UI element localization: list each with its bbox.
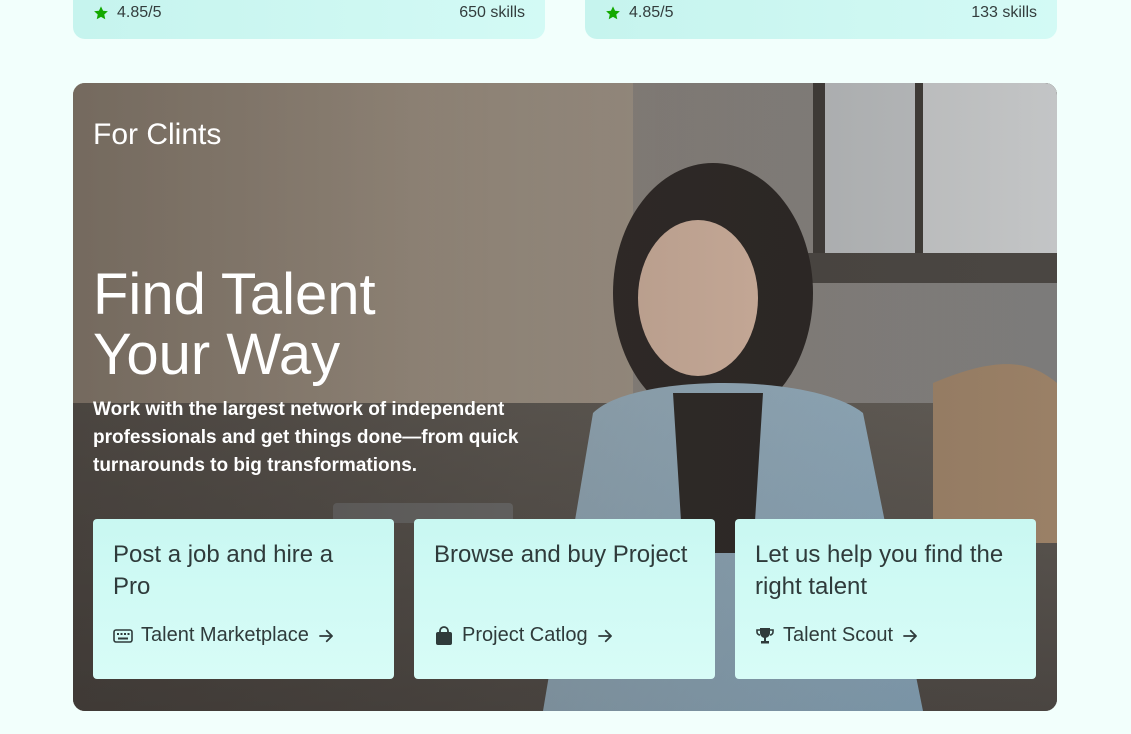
- rating-value: 4.85/5: [629, 3, 674, 21]
- keyboard-icon: [113, 628, 133, 643]
- client-options: Post a job and hire a Pro Talent Marketp…: [93, 519, 1037, 679]
- card-title: Post a job and hire a Pro: [113, 541, 334, 600]
- skills-count: 133 skills: [971, 3, 1037, 21]
- link-label: Talent Marketplace: [141, 624, 309, 646]
- for-clients-hero: For Clints Find Talent Your Way Work wit…: [73, 83, 1057, 711]
- trophy-icon: [756, 627, 774, 643]
- rating: 4.85/5: [93, 4, 161, 22]
- hero-headline: Find Talent Your Way: [93, 265, 513, 385]
- headline-line-1: Find Talent: [93, 262, 376, 327]
- rating: 4.85/5: [605, 4, 673, 22]
- hero-eyebrow: For Clints: [93, 118, 222, 151]
- talent-category-card[interactable]: 4.85/5 650 skills: [73, 0, 545, 39]
- rating-value: 4.85/5: [117, 3, 162, 21]
- arrow-right-icon: [318, 629, 333, 642]
- arrow-right-icon: [903, 629, 917, 642]
- talent-scout-card[interactable]: Let us help you find the right talent Ta…: [735, 519, 1036, 679]
- browse-project-card[interactable]: Browse and buy Project Project Catlog: [414, 519, 715, 679]
- link-label: Project Catlog: [462, 624, 588, 646]
- post-job-card[interactable]: Post a job and hire a Pro Talent Marketp…: [93, 519, 394, 679]
- talent-category-card[interactable]: 4.85/5 133 skills: [585, 0, 1057, 39]
- star-icon: [606, 5, 620, 19]
- link-label: Talent Scout: [783, 624, 894, 646]
- card-title: Browse and buy Project: [434, 541, 688, 568]
- talent-scout-link[interactable]: Talent Scout: [755, 624, 919, 647]
- skills-count: 650 skills: [459, 3, 525, 21]
- hero-subtext: Work with the largest network of indepen…: [93, 399, 519, 476]
- arrow-right-icon: [597, 629, 612, 642]
- project-catalog-link[interactable]: Project Catlog: [434, 624, 614, 647]
- star-icon: [94, 5, 108, 19]
- shopping-bag-icon: [436, 625, 452, 645]
- card-title: Let us help you find the right talent: [755, 541, 1004, 600]
- talent-marketplace-link[interactable]: Talent Marketplace: [113, 624, 335, 647]
- headline-line-2: Your Way: [93, 322, 341, 387]
